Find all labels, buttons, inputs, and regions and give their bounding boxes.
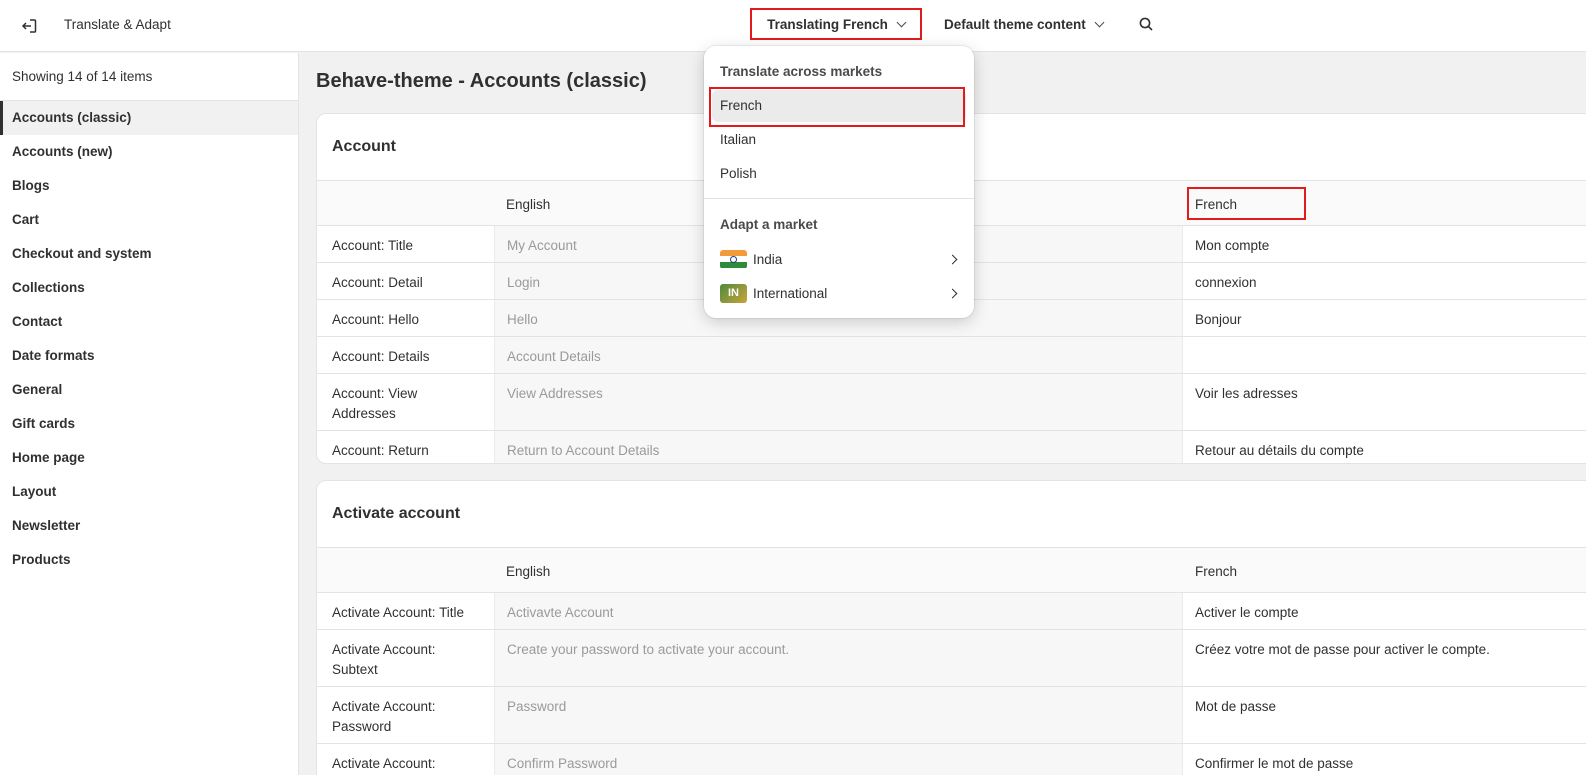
sidebar-item-contact[interactable]: Contact [0,305,298,339]
english-source: View Addresses [494,374,1183,430]
sidebar-item-accounts-classic[interactable]: Accounts (classic) [0,101,298,135]
search-button[interactable] [1134,8,1158,40]
chevron-down-icon [896,17,907,27]
table-row: Account: Details Account Details [317,337,1586,374]
app-title: Translate & Adapt [64,17,171,32]
column-header-target: French [1195,564,1238,579]
column-header-key [317,181,494,225]
sidebar: Showing 14 of 14 items Accounts (classic… [0,53,299,775]
dropdown-heading-adapt: Adapt a market [720,217,818,232]
international-flag-icon: IN [720,283,747,303]
column-header-key [317,548,494,592]
content-selector-button[interactable]: Default theme content [944,8,1105,40]
translation-field[interactable]: Confirmer le mot de passe [1183,744,1586,775]
dropdown-item-italian[interactable]: Italian [720,132,756,147]
english-source: Password [494,687,1183,743]
row-key: Account: Hello [332,312,420,327]
chevron-down-icon [1094,17,1105,27]
page-title: Behave-theme - Accounts (classic) [316,70,647,92]
sidebar-item-newsletter[interactable]: Newsletter [0,509,298,543]
row-key: Account: View Addresses [332,386,418,421]
language-dropdown: Translate across markets French Italian … [704,46,974,318]
table-row: Activate Account: Subtext Create your pa… [317,630,1586,687]
translation-field[interactable]: Mon compte [1183,226,1586,262]
english-source: Return to Account Details [494,431,1183,463]
row-key: Activate Account: [332,756,436,771]
sidebar-item-accounts-new[interactable]: Accounts (new) [0,135,298,169]
sidebar-item-collections[interactable]: Collections [0,271,298,305]
translation-field[interactable]: Créez votre mot de passe pour activer le… [1183,630,1586,686]
dropdown-divider [704,198,974,199]
sidebar-item-checkout-and-system[interactable]: Checkout and system [0,237,298,271]
sidebar-item-home-page[interactable]: Home page [0,441,298,475]
section-activate-account: Activate account English French Activate… [316,480,1586,775]
column-header-english: English [506,564,551,579]
translation-field[interactable]: Retour au détails du compte [1183,431,1586,463]
row-key: Activate Account: Subtext [332,642,436,677]
row-key: Activate Account: Title [332,605,465,620]
table-row: Account: View Addresses View Addresses V… [317,374,1586,431]
english-source: Activavte Account [494,593,1183,629]
table-row: Activate Account: Title Activavte Accoun… [317,593,1586,630]
english-source: Create your password to activate your ac… [494,630,1183,686]
exit-icon [21,19,37,33]
language-selector-label: Translating French [767,16,888,32]
sidebar-item-layout[interactable]: Layout [0,475,298,509]
language-selector-button[interactable]: Translating French [750,8,922,40]
translation-field[interactable]: Bonjour [1183,300,1586,336]
translation-field[interactable]: connexion [1183,263,1586,299]
row-key: Account: Details [332,349,430,364]
row-key: Activate Account: Password [332,699,436,734]
french-column-highlight [1187,187,1306,220]
market-item-india[interactable]: India [720,247,960,271]
item-count: Showing 14 of 14 items [0,53,298,101]
row-key: Account: Return [332,443,429,458]
sidebar-item-cart[interactable]: Cart [0,203,298,237]
english-source: Account Details [494,337,1183,373]
sidebar-item-gift-cards[interactable]: Gift cards [0,407,298,441]
translation-field[interactable]: Activer le compte [1183,593,1586,629]
translation-field[interactable] [1183,337,1586,373]
translation-field[interactable]: Mot de passe [1183,687,1586,743]
french-option-highlight [709,87,965,127]
chevron-right-icon [947,288,958,298]
section-title: Activate account [317,481,1586,548]
sidebar-item-date-formats[interactable]: Date formats [0,339,298,373]
table-row: Activate Account: Password Password Mot … [317,687,1586,744]
table-header: English French [317,548,1586,593]
row-key: Account: Detail [332,275,423,290]
exit-button[interactable] [17,14,41,38]
table-row: Account: Return Return to Account Detail… [317,431,1586,463]
table-row: Activate Account: Confirm Password Confi… [317,744,1586,775]
dropdown-item-polish[interactable]: Polish [720,166,757,181]
english-source: Confirm Password [494,744,1183,775]
sidebar-item-general[interactable]: General [0,373,298,407]
translation-field[interactable]: Voir les adresses [1183,374,1586,430]
market-item-international[interactable]: IN International [720,281,960,305]
content-selector-label: Default theme content [944,16,1086,32]
dropdown-heading-translate: Translate across markets [720,64,883,79]
sidebar-item-products[interactable]: Products [0,543,298,577]
market-label: International [753,285,828,301]
chevron-right-icon [947,254,958,264]
sidebar-item-blogs[interactable]: Blogs [0,169,298,203]
top-bar: Translate & Adapt Translating French Def… [0,0,1586,52]
market-label: India [753,251,783,267]
india-flag-icon [720,249,747,269]
search-icon [1139,17,1153,31]
row-key: Account: Title [332,238,414,253]
